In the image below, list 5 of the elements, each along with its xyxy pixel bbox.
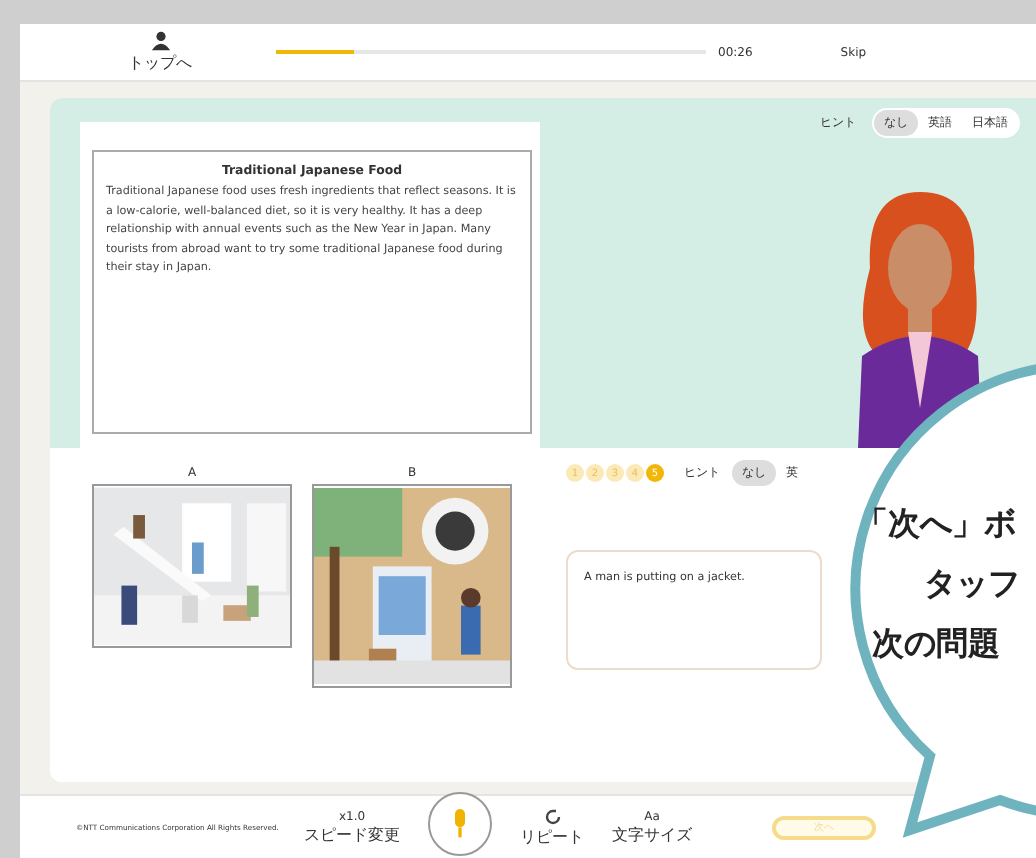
callout-text: 次の問題 xyxy=(872,624,1000,666)
repeat-button[interactable]: リピート xyxy=(520,807,584,847)
home-button[interactable]: トップへ xyxy=(116,30,204,74)
callout-text: 「次へ」ボ xyxy=(856,504,1016,546)
callout-text: タッフ xyxy=(924,564,1020,606)
